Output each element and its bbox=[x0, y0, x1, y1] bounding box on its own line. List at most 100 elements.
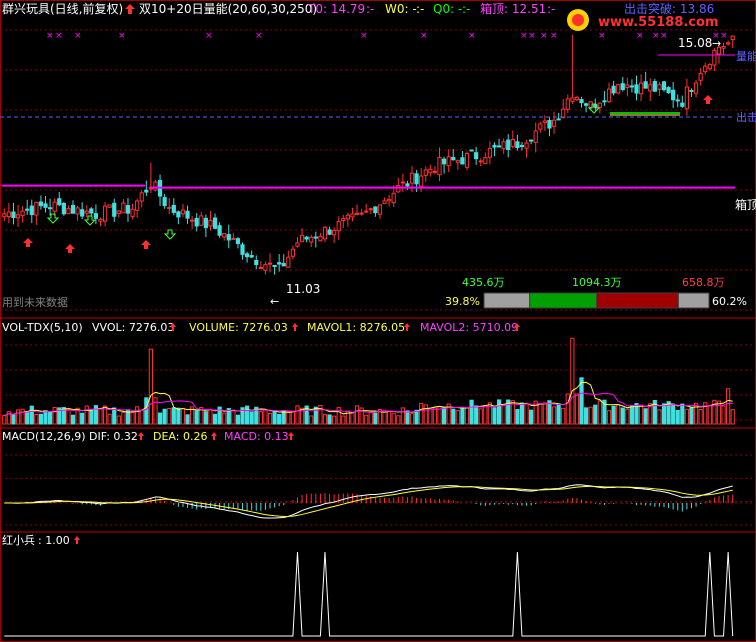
t0-label: T0: 14.79 bbox=[307, 2, 365, 16]
candle-body bbox=[240, 244, 245, 255]
right-label-attack: 出击 bbox=[736, 110, 756, 124]
candle-body bbox=[304, 236, 309, 240]
volume-bar bbox=[593, 404, 598, 425]
volume-bar bbox=[15, 409, 21, 425]
volume-bar bbox=[364, 414, 369, 425]
candlestick bbox=[377, 204, 383, 219]
stat-bar-segment bbox=[483, 292, 531, 309]
candlestick bbox=[359, 208, 364, 216]
candlestick bbox=[176, 210, 181, 225]
volume-bar bbox=[657, 409, 662, 425]
volume-bar bbox=[43, 410, 48, 425]
candlestick bbox=[510, 130, 515, 149]
volume-bar bbox=[565, 393, 570, 425]
volume-bar bbox=[263, 408, 268, 425]
candlestick bbox=[671, 82, 676, 108]
volume-bar bbox=[451, 408, 456, 425]
candlestick bbox=[455, 159, 460, 170]
candlestick bbox=[80, 202, 85, 220]
sell-arrow-icon bbox=[46, 213, 60, 224]
candle-body bbox=[272, 264, 277, 267]
mavol1-label: MAVOL1: 8276.05 bbox=[307, 321, 405, 334]
candle-body bbox=[464, 152, 470, 168]
candle-body bbox=[190, 219, 195, 222]
candlestick bbox=[648, 78, 653, 101]
volume-bar bbox=[350, 412, 355, 425]
candle-body bbox=[368, 208, 373, 211]
candlestick bbox=[341, 214, 346, 229]
candlestick bbox=[524, 139, 529, 158]
volume-bar bbox=[638, 404, 644, 425]
candle-body bbox=[350, 213, 355, 218]
candle-body bbox=[423, 169, 428, 176]
stat-right-pct: 60.2% bbox=[712, 295, 747, 308]
volume-bar bbox=[584, 407, 589, 425]
candle-body bbox=[313, 236, 318, 239]
candle-body bbox=[176, 211, 181, 218]
candle-body bbox=[25, 208, 30, 211]
candlestick bbox=[135, 198, 140, 218]
candle-body bbox=[478, 160, 483, 163]
candle-body bbox=[231, 237, 236, 240]
candlestick bbox=[20, 206, 25, 223]
candle-body bbox=[602, 100, 607, 103]
candlestick bbox=[441, 156, 447, 174]
candle-body bbox=[460, 157, 465, 165]
candle-body bbox=[419, 175, 424, 187]
candlestick bbox=[322, 225, 328, 243]
candlestick bbox=[167, 197, 172, 215]
candle-body bbox=[359, 212, 364, 215]
candle-body bbox=[309, 236, 314, 243]
candle-body bbox=[579, 99, 584, 104]
candlestick bbox=[139, 190, 144, 208]
volume-bar bbox=[441, 407, 447, 425]
candlestick bbox=[231, 232, 236, 240]
candlestick bbox=[254, 255, 259, 270]
candlestick bbox=[336, 216, 341, 240]
candlestick bbox=[547, 117, 552, 137]
candlestick bbox=[657, 81, 662, 97]
candle-body bbox=[354, 212, 360, 215]
candle-body bbox=[730, 35, 735, 41]
volume-bar bbox=[180, 408, 186, 425]
candle-body bbox=[341, 218, 346, 221]
candlestick bbox=[561, 98, 566, 119]
low-arrow-icon: ← bbox=[270, 295, 279, 308]
candlestick bbox=[327, 226, 332, 236]
candlestick bbox=[506, 134, 511, 158]
top-x-marker: × bbox=[598, 31, 606, 41]
candlestick bbox=[125, 198, 131, 222]
candlestick bbox=[707, 63, 712, 71]
candlestick bbox=[666, 86, 671, 94]
volume-bar bbox=[661, 403, 667, 425]
volume-bar bbox=[354, 405, 360, 425]
candlestick bbox=[34, 201, 39, 225]
candle-body bbox=[185, 210, 190, 219]
candle-body bbox=[75, 207, 80, 215]
candlestick bbox=[584, 102, 589, 113]
candlestick bbox=[451, 148, 456, 161]
candlestick bbox=[643, 71, 648, 89]
candlestick bbox=[116, 209, 121, 218]
candlestick bbox=[602, 91, 607, 106]
candle-body bbox=[684, 86, 690, 110]
candle-body bbox=[492, 144, 497, 148]
volume-bar bbox=[542, 402, 547, 425]
signal-arrow-icon bbox=[74, 536, 80, 544]
right-label-volume: 量能 bbox=[736, 49, 756, 63]
chart-title: 群兴玩具(日线,前复权) bbox=[2, 1, 123, 16]
stat-bar-segment bbox=[677, 292, 710, 309]
candlestick bbox=[675, 94, 680, 108]
volume-bar bbox=[162, 408, 167, 425]
volume-bar bbox=[716, 400, 722, 425]
w0-label: W0: - bbox=[385, 2, 417, 16]
volume-bar bbox=[501, 405, 506, 425]
candle-body bbox=[61, 202, 66, 215]
candlestick bbox=[277, 253, 282, 272]
top-x-marker: × bbox=[360, 31, 368, 41]
volume-bar bbox=[483, 405, 488, 425]
volume-bar bbox=[2, 415, 7, 425]
volume-bar bbox=[267, 413, 273, 425]
candle-body bbox=[675, 99, 680, 102]
signal-series bbox=[4, 551, 734, 637]
